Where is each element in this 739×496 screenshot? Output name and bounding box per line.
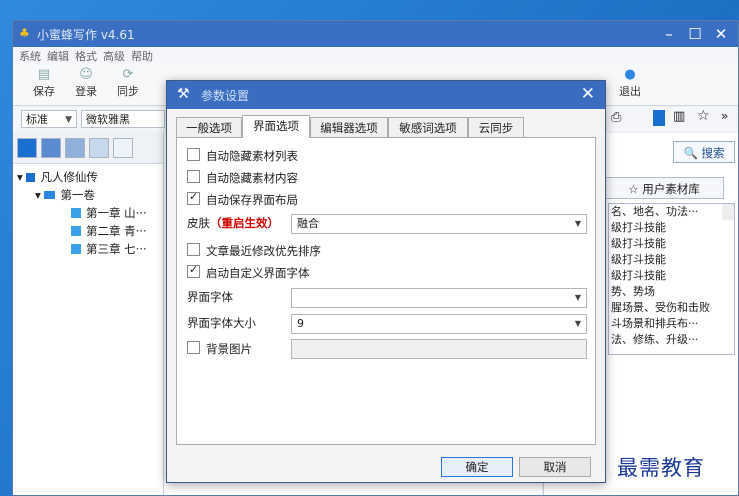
recent-sort-checkbox[interactable]: 文章最近修改优先排序: [187, 243, 321, 259]
page-icon: [71, 244, 81, 254]
list-item[interactable]: 级打斗技能: [609, 268, 734, 284]
font-size-label: 界面字体大小: [187, 316, 256, 330]
chevron-down-icon: ▼: [574, 293, 581, 302]
app-title-bar: ♣ 小蜜蜂写作 v4.61 – ☐ ✕: [13, 21, 738, 47]
list-item[interactable]: 法、修练、升级···: [609, 332, 734, 348]
library-list: 名、地名、功法··· 级打斗技能 级打斗技能 级打斗技能 级打斗技能 势、势场 …: [608, 203, 735, 355]
folder-icon[interactable]: [41, 138, 61, 158]
bee-logo-icon: ♣: [19, 26, 30, 40]
new-book-icon[interactable]: [17, 138, 37, 158]
left-panel: ▾ 凡人修仙传 ▾ 第一卷 第一章 山··· 第二章 青··· 第三章 七···: [13, 133, 164, 495]
style-select[interactable]: 标准 ▼: [21, 110, 77, 128]
dialog-title-bar: ⚒ 参数设置 ✕: [167, 81, 605, 109]
chevron-down-icon: ▼: [574, 319, 581, 328]
checkbox[interactable]: [187, 148, 200, 161]
tab-interface[interactable]: 界面选项: [242, 115, 310, 138]
tree-chapter[interactable]: 第一章 山···: [71, 205, 147, 221]
bg-image-checkbox[interactable]: 背景图片: [187, 341, 252, 357]
sync-icon: ⟳: [122, 67, 134, 82]
search-button[interactable]: 🔍 搜索: [673, 141, 735, 163]
books-icon[interactable]: ▥: [673, 109, 685, 124]
chevron-down-icon: ▼: [65, 115, 72, 125]
sync-button[interactable]: ⟳ 同步: [113, 67, 143, 99]
list-icon[interactable]: [89, 138, 109, 158]
folder-icon: [44, 191, 56, 199]
tree-book[interactable]: ▾ 凡人修仙传: [17, 169, 98, 185]
print-icon[interactable]: ⎙: [611, 110, 621, 125]
page-icon: [71, 226, 81, 236]
save-icon: ▤: [37, 67, 51, 82]
book-icon: [26, 173, 36, 182]
blue-block-icon[interactable]: [653, 110, 665, 126]
trash-icon[interactable]: [113, 138, 133, 158]
save-button[interactable]: ▤ 保存: [29, 67, 59, 99]
login-button[interactable]: ☺ 登录: [71, 67, 101, 99]
font-label: 界面字体: [187, 290, 233, 304]
tab-general[interactable]: 一般选项: [176, 117, 242, 137]
auto-hide-content-checkbox[interactable]: 自动隐藏素材内容: [187, 170, 298, 186]
menu-advanced[interactable]: 高级: [103, 48, 125, 64]
checkbox[interactable]: [187, 341, 200, 354]
tab-user-library[interactable]: ☆ 用户素材库: [604, 177, 724, 199]
list-item[interactable]: 斗场景和排兵布···: [609, 316, 734, 332]
checkbox[interactable]: [187, 262, 200, 278]
exit-icon: ●: [624, 67, 636, 82]
ok-button[interactable]: 确定: [441, 457, 513, 477]
cancel-button[interactable]: 取消: [519, 457, 591, 477]
app-title: 小蜜蜂写作 v4.61: [37, 28, 135, 42]
star-icon[interactable]: ☆: [697, 108, 710, 124]
list-item[interactable]: 腥场景、受伤和击败: [609, 300, 734, 316]
scrollbar[interactable]: [722, 204, 734, 220]
user-icon: ☺: [79, 67, 93, 82]
tree-chapter[interactable]: 第三章 七···: [71, 241, 147, 257]
tree-chapter[interactable]: 第二章 青···: [71, 223, 147, 239]
checkbox[interactable]: [187, 170, 200, 183]
page-icon: [71, 208, 81, 218]
auto-save-layout-checkbox[interactable]: 自动保存界面布局: [187, 189, 298, 208]
menu-bar: 系统 编辑 格式 高级 帮助: [13, 47, 738, 63]
exit-button[interactable]: ● 退出: [615, 67, 645, 99]
minimize-icon[interactable]: –: [658, 24, 680, 44]
bg-image-input[interactable]: [291, 339, 587, 359]
list-item[interactable]: 级打斗技能: [609, 220, 734, 236]
auto-hide-list-checkbox[interactable]: 自动隐藏素材列表: [187, 148, 298, 164]
custom-font-checkbox[interactable]: 启动自定义界面字体: [187, 262, 310, 281]
list-item[interactable]: 势、势场: [609, 284, 734, 300]
font-select[interactable]: ▼: [291, 288, 587, 308]
close-icon[interactable]: ✕: [581, 84, 595, 104]
menu-edit[interactable]: 编辑: [47, 48, 69, 64]
tab-sensitive-words[interactable]: 敏感词选项: [388, 117, 468, 137]
checkbox[interactable]: [187, 243, 200, 256]
close-icon[interactable]: ✕: [710, 24, 732, 44]
checkbox[interactable]: [187, 189, 200, 205]
tab-cloud-sync[interactable]: 云同步: [468, 117, 524, 137]
list-item[interactable]: 名、地名、功法···: [609, 204, 734, 220]
maximize-icon[interactable]: ☐: [684, 24, 706, 44]
settings-dialog: ⚒ 参数设置 ✕ 一般选项 界面选项 编辑器选项 敏感词选项 云同步 自动隐藏素…: [166, 80, 606, 483]
skin-select[interactable]: 融合 ▼: [291, 214, 587, 234]
tools-icon: ⚒: [177, 86, 190, 102]
dialog-title: 参数设置: [201, 89, 250, 103]
font-size-select[interactable]: 9 ▼: [291, 314, 587, 334]
list-item[interactable]: 级打斗技能: [609, 252, 734, 268]
tree-volume[interactable]: ▾ 第一卷: [35, 187, 95, 203]
interface-options-pane: 自动隐藏素材列表 自动隐藏素材内容 自动保存界面布局 皮肤（重启生效） 融合▼ …: [176, 137, 596, 445]
list-item[interactable]: 级打斗技能: [609, 236, 734, 252]
tab-editor[interactable]: 编辑器选项: [310, 117, 388, 137]
chevron-down-icon: ▼: [574, 219, 581, 228]
watermark-text: 最需教育: [617, 456, 705, 480]
font-select[interactable]: 微软雅黑: [81, 110, 165, 128]
more-icon[interactable]: »: [721, 109, 728, 123]
skin-label: 皮肤（重启生效）: [187, 216, 279, 230]
menu-help[interactable]: 帮助: [131, 48, 153, 64]
left-tools: [13, 133, 163, 164]
menu-format[interactable]: 格式: [75, 48, 97, 64]
menu-system[interactable]: 系统: [19, 48, 41, 64]
doc-icon[interactable]: [65, 138, 85, 158]
